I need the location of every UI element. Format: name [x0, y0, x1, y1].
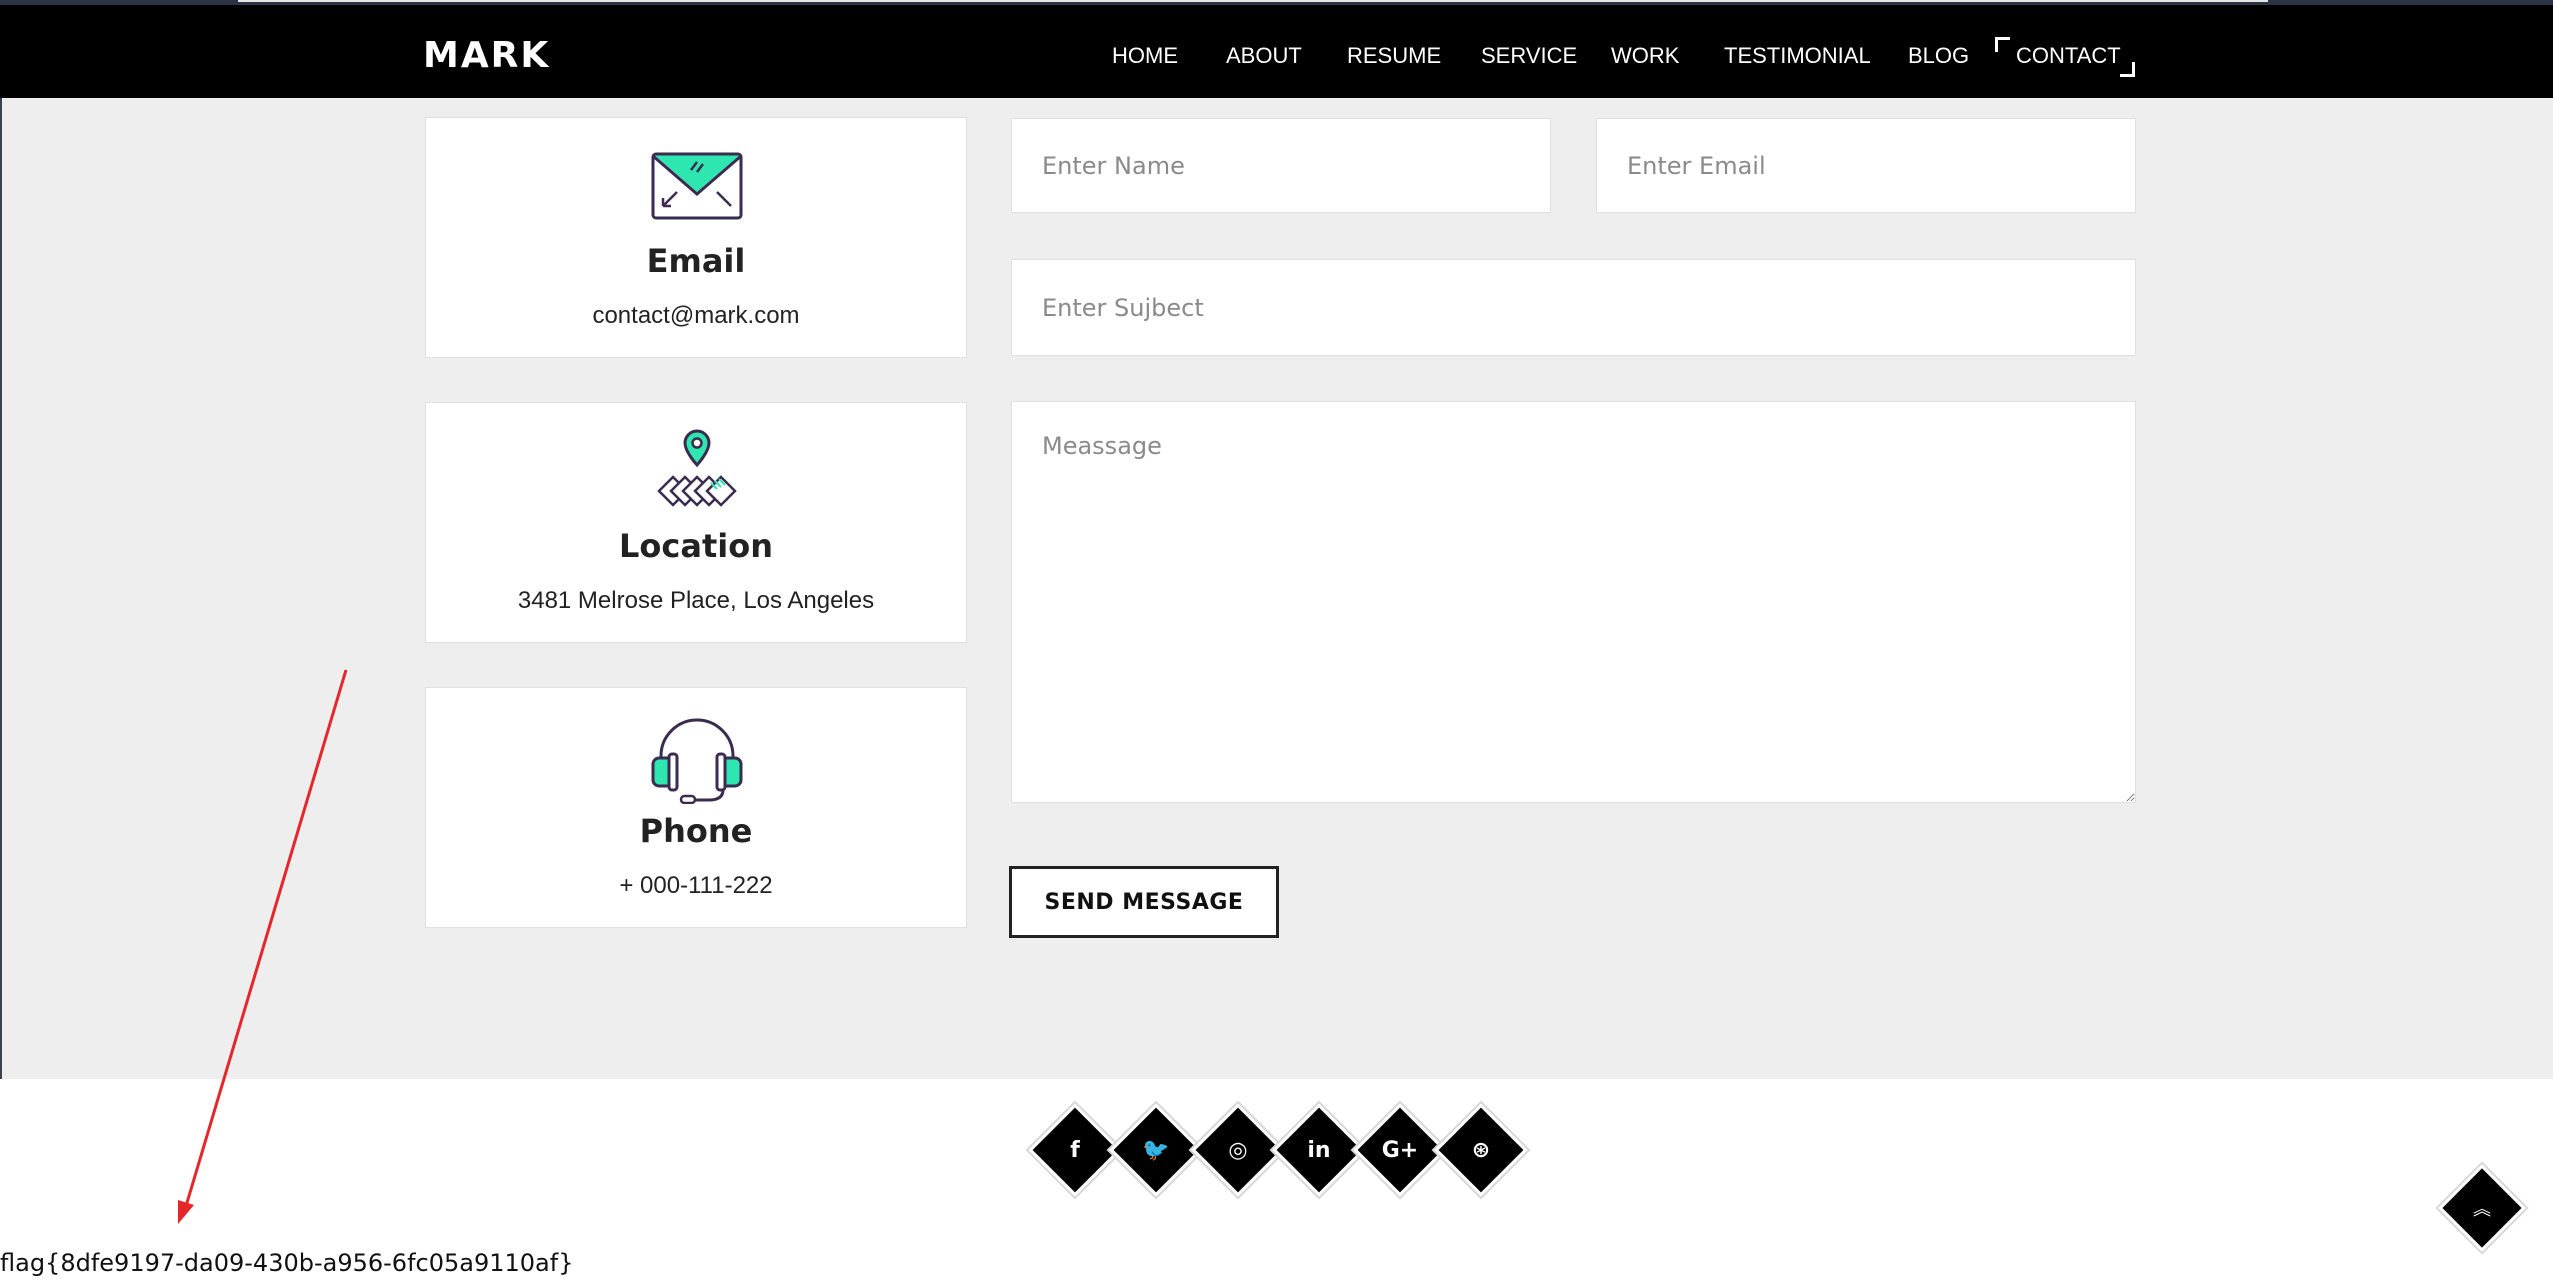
social-facebook[interactable]: f [1032, 1107, 1118, 1193]
location-card-value: 3481 Melrose Place, Los Angeles [517, 587, 875, 614]
double-chevron-up-icon: ︽ [2473, 1199, 2491, 1220]
active-bracket-bottom-right [2120, 62, 2135, 77]
google-plus-icon: G+ [1381, 1137, 1419, 1163]
twitter-icon: 🐦 [1142, 1137, 1170, 1163]
social-linkedin[interactable]: in [1276, 1107, 1362, 1193]
site-logo[interactable]: MARK [423, 35, 550, 76]
headset-icon [651, 718, 743, 804]
linkedin-icon: in [1307, 1137, 1331, 1163]
map-pin-icon [657, 429, 737, 507]
envelope-icon [651, 152, 743, 220]
phone-card-title: Phone [639, 812, 753, 850]
location-card-title: Location [619, 527, 773, 565]
annotation-arrow [178, 669, 348, 1224]
top-strip-highlight [238, 0, 2268, 2]
location-card: Location 3481 Melrose Place, Los Angeles [425, 402, 967, 643]
dribbble-icon: ⊛ [1471, 1137, 1491, 1163]
social-twitter[interactable]: 🐦 [1113, 1107, 1199, 1193]
email-card-title: Email [646, 242, 746, 280]
nav-resume[interactable]: RESUME [1347, 43, 1441, 69]
social-dribbble[interactable]: ⊛ [1438, 1107, 1524, 1193]
nav-about[interactable]: ABOUT [1226, 43, 1302, 69]
nav-testimonial[interactable]: TESTIMONIAL [1724, 43, 1871, 69]
scroll-to-top-button[interactable]: ︽ [2442, 1168, 2522, 1248]
nav-service[interactable]: SERVICE [1481, 43, 1577, 69]
email-input[interactable] [1596, 118, 2136, 213]
nav-work[interactable]: WORK [1611, 43, 1679, 69]
subject-input[interactable] [1011, 259, 2136, 356]
email-card-value: contact@mark.com [592, 302, 800, 329]
instagram-icon: ◎ [1228, 1137, 1248, 1163]
facebook-icon: f [1070, 1137, 1080, 1163]
nav-blog[interactable]: BLOG [1908, 43, 1969, 69]
nav-home[interactable]: HOME [1112, 43, 1178, 69]
active-bracket-top-left [1995, 37, 2010, 52]
social-instagram[interactable]: ◎ [1195, 1107, 1281, 1193]
flag-text: flag{8dfe9197-da09-430b-a956-6fc05a9110a… [0, 1249, 574, 1277]
phone-card-value: + 000-111-222 [619, 872, 773, 899]
send-message-button[interactable]: SEND MESSAGE [1009, 866, 1279, 938]
name-input[interactable] [1011, 118, 1551, 213]
email-card: Email contact@mark.com [425, 117, 967, 358]
message-textarea[interactable] [1011, 401, 2136, 803]
social-google-plus[interactable]: G+ [1357, 1107, 1443, 1193]
nav-contact[interactable]: CONTACT [2016, 43, 2121, 69]
phone-card: Phone + 000-111-222 [425, 687, 967, 928]
